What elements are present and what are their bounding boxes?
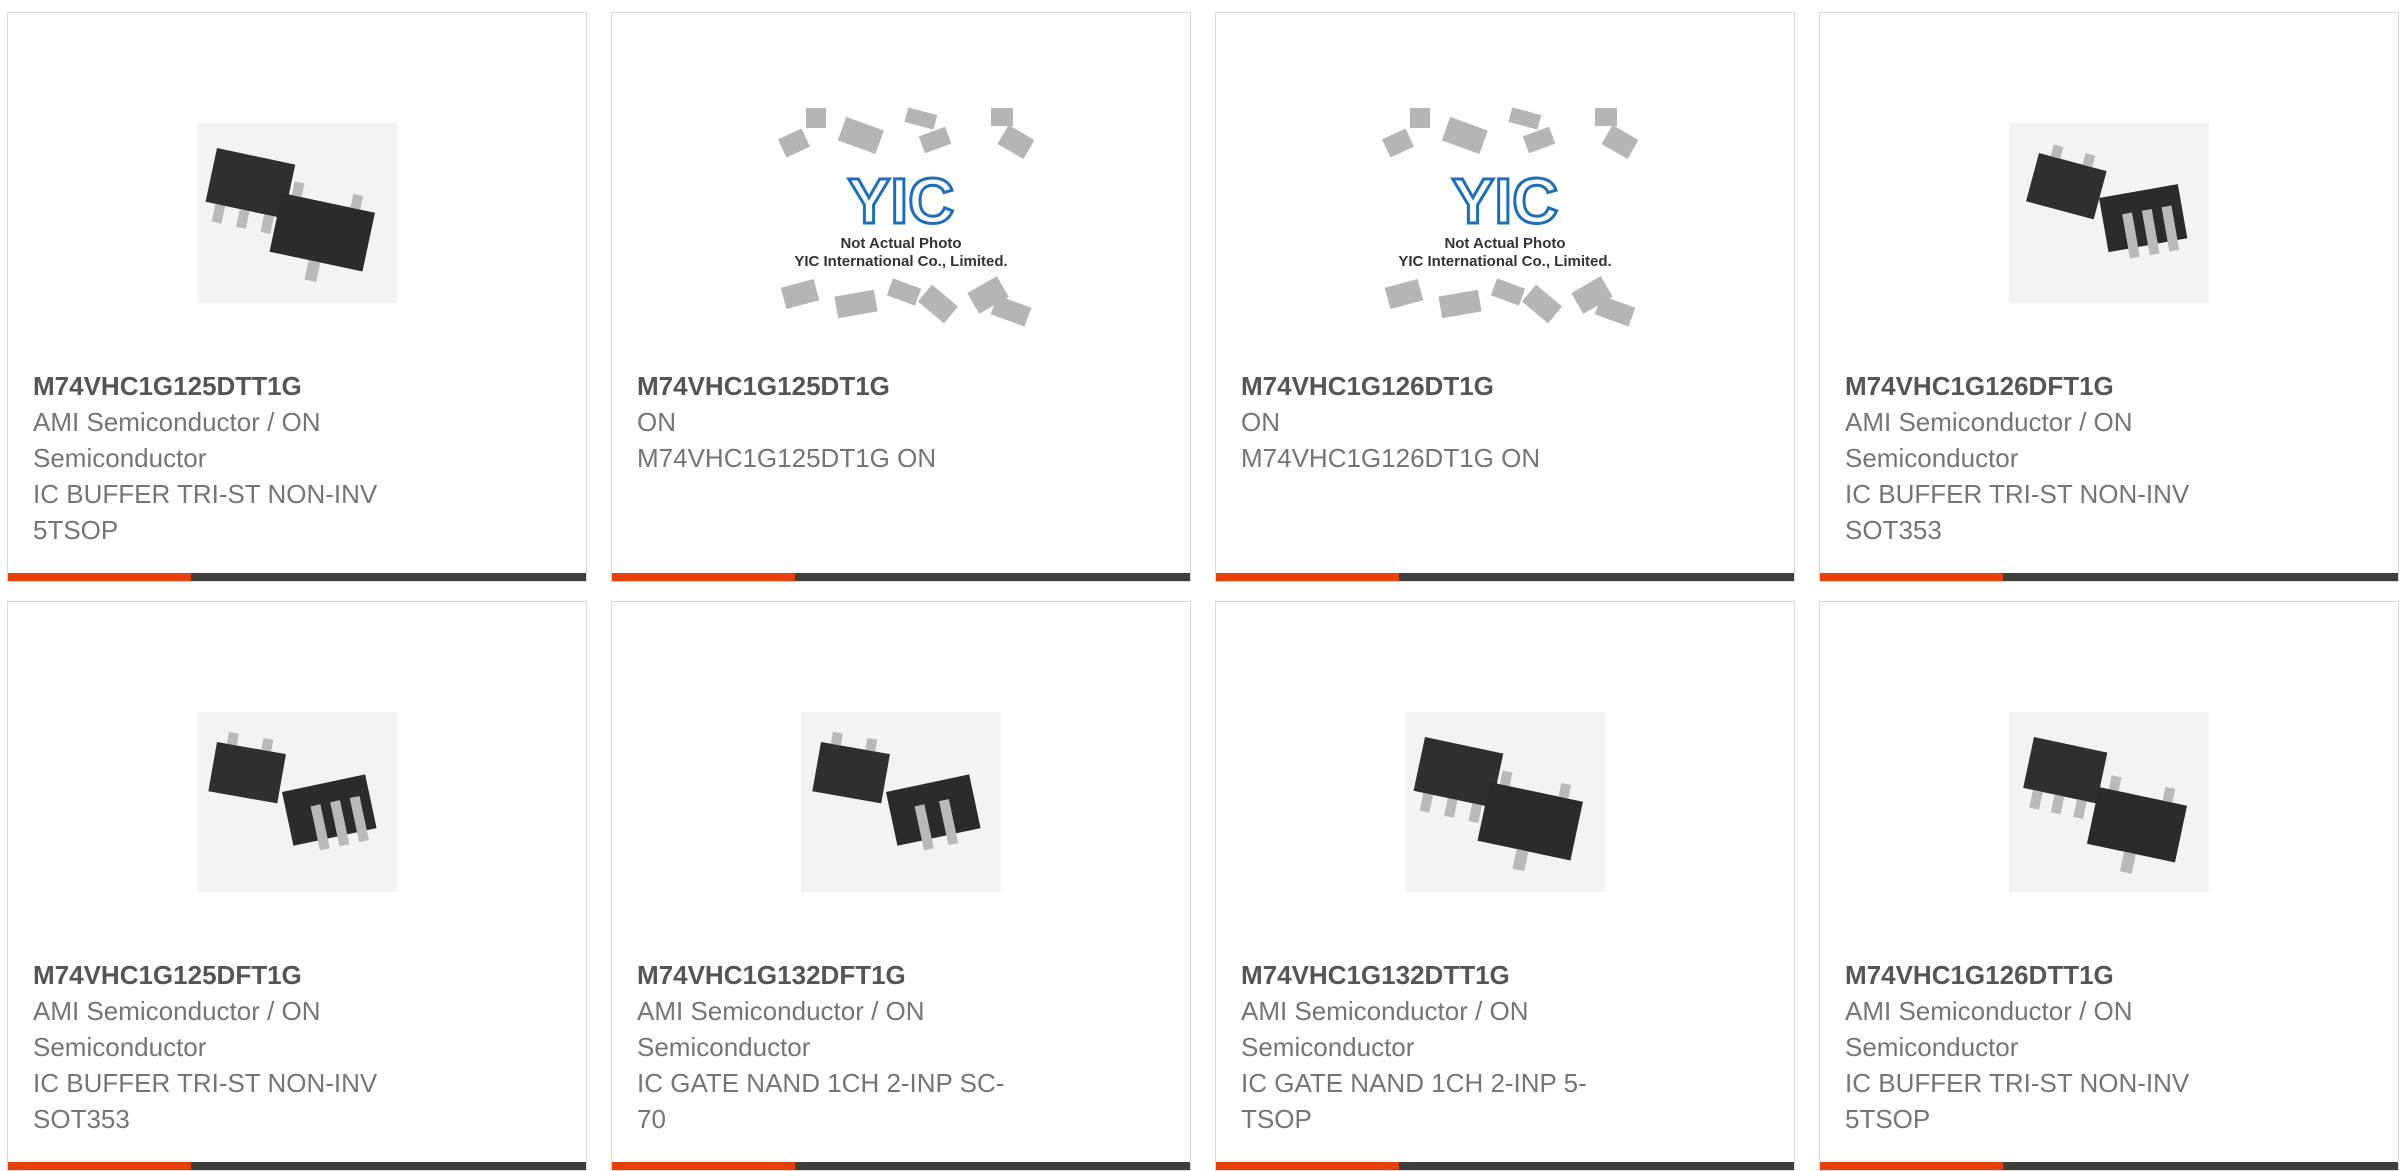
card-bottom-bar bbox=[1820, 573, 2398, 581]
chip-photo-icon bbox=[2009, 123, 2209, 303]
product-card[interactable]: M74VHC1G126DTT1G AMI Semiconductor / ON … bbox=[1819, 601, 2399, 1171]
accent-bar bbox=[1216, 1162, 1399, 1170]
product-image[interactable]: YIC Not Actual Photo YIC International C… bbox=[1216, 63, 1794, 363]
part-number[interactable]: M74VHC1G126DTT1G bbox=[1845, 957, 2238, 993]
description: IC BUFFER TRI-ST NON-INV bbox=[33, 1068, 378, 1098]
not-actual-photo-icon: YIC Not Actual Photo YIC International C… bbox=[777, 107, 1035, 327]
part-number[interactable]: M74VHC1G126DFT1G bbox=[1845, 368, 2238, 404]
manufacturer-cont: Semiconductor bbox=[1241, 1032, 1415, 1062]
part-number[interactable]: M74VHC1G125DT1G bbox=[637, 368, 1030, 404]
placeholder-line2: YIC International Co., Limited. bbox=[794, 253, 1007, 270]
part-number[interactable]: M74VHC1G125DFT1G bbox=[33, 957, 426, 993]
manufacturer: AMI Semiconductor / ON bbox=[1845, 996, 2133, 1026]
manufacturer-cont: M74VHC1G126DT1G ON bbox=[1241, 443, 1541, 473]
manufacturer: AMI Semiconductor / ON bbox=[1241, 996, 1529, 1026]
description: IC BUFFER TRI-ST NON-INV bbox=[1845, 1068, 2190, 1098]
card-bottom-bar bbox=[1820, 1162, 2398, 1170]
manufacturer: ON bbox=[637, 407, 676, 437]
product-card[interactable]: YIC Not Actual Photo YIC International C… bbox=[611, 12, 1191, 582]
accent-bar bbox=[612, 1162, 795, 1170]
accent-bar bbox=[612, 573, 795, 581]
accent-bar bbox=[1216, 573, 1399, 581]
product-grid: M74VHC1G125DTT1G AMI Semiconductor / ON … bbox=[0, 0, 2400, 1171]
product-image[interactable] bbox=[1820, 652, 2398, 952]
description-cont: TSOP bbox=[1241, 1104, 1312, 1134]
description: IC BUFFER TRI-ST NON-INV bbox=[1845, 479, 2190, 509]
manufacturer-cont: Semiconductor bbox=[33, 443, 207, 473]
placeholder-line1: Not Actual Photo bbox=[840, 235, 961, 252]
product-card[interactable]: M74VHC1G125DFT1G AMI Semiconductor / ON … bbox=[7, 601, 587, 1171]
product-card[interactable]: M74VHC1G125DTT1G AMI Semiconductor / ON … bbox=[7, 12, 587, 582]
manufacturer-cont: Semiconductor bbox=[637, 1032, 811, 1062]
manufacturer-cont: Semiconductor bbox=[1845, 1032, 2019, 1062]
manufacturer: AMI Semiconductor / ON bbox=[1845, 407, 2133, 437]
part-number[interactable]: M74VHC1G126DT1G bbox=[1241, 368, 1634, 404]
manufacturer: AMI Semiconductor / ON bbox=[33, 407, 321, 437]
product-image[interactable] bbox=[8, 652, 586, 952]
part-number[interactable]: M74VHC1G132DFT1G bbox=[637, 957, 1030, 993]
card-bottom-bar bbox=[612, 573, 1190, 581]
product-image[interactable] bbox=[1216, 652, 1794, 952]
description-cont: 5TSOP bbox=[1845, 1104, 1931, 1134]
description-cont: 70 bbox=[637, 1104, 666, 1134]
description-cont: SOT353 bbox=[1845, 515, 1942, 545]
chip-photo-icon bbox=[197, 123, 397, 303]
card-bottom-bar bbox=[1216, 1162, 1794, 1170]
product-card[interactable]: M74VHC1G132DFT1G AMI Semiconductor / ON … bbox=[611, 601, 1191, 1171]
chip-photo-icon bbox=[1405, 712, 1605, 892]
part-number[interactable]: M74VHC1G125DTT1G bbox=[33, 368, 426, 404]
description: IC GATE NAND 1CH 2-INP SC- bbox=[637, 1068, 1005, 1098]
product-image[interactable] bbox=[8, 63, 586, 363]
accent-bar bbox=[8, 1162, 191, 1170]
accent-bar bbox=[1820, 573, 2003, 581]
manufacturer-cont: Semiconductor bbox=[33, 1032, 207, 1062]
part-number[interactable]: M74VHC1G132DTT1G bbox=[1241, 957, 1634, 993]
svg-text:YIC: YIC bbox=[848, 165, 955, 237]
product-card[interactable]: M74VHC1G132DTT1G AMI Semiconductor / ON … bbox=[1215, 601, 1795, 1171]
product-card[interactable]: M74VHC1G126DFT1G AMI Semiconductor / ON … bbox=[1819, 12, 2399, 582]
description: IC GATE NAND 1CH 2-INP 5- bbox=[1241, 1068, 1587, 1098]
chip-photo-icon bbox=[2009, 712, 2209, 892]
description: IC BUFFER TRI-ST NON-INV bbox=[33, 479, 378, 509]
product-image[interactable]: YIC Not Actual Photo YIC International C… bbox=[612, 63, 1190, 363]
placeholder-line2: YIC International Co., Limited. bbox=[1398, 253, 1611, 270]
accent-bar bbox=[8, 573, 191, 581]
manufacturer: ON bbox=[1241, 407, 1280, 437]
card-bottom-bar bbox=[1216, 573, 1794, 581]
description-cont: 5TSOP bbox=[33, 515, 119, 545]
manufacturer-cont: Semiconductor bbox=[1845, 443, 2019, 473]
product-image[interactable] bbox=[612, 652, 1190, 952]
not-actual-photo-icon: YIC Not Actual Photo YIC International C… bbox=[1381, 107, 1639, 327]
card-bottom-bar bbox=[612, 1162, 1190, 1170]
placeholder-line1: Not Actual Photo bbox=[1444, 235, 1565, 252]
manufacturer: AMI Semiconductor / ON bbox=[33, 996, 321, 1026]
svg-text:YIC: YIC bbox=[1452, 165, 1559, 237]
product-card[interactable]: YIC Not Actual Photo YIC International C… bbox=[1215, 12, 1795, 582]
card-bottom-bar bbox=[8, 573, 586, 581]
accent-bar bbox=[1820, 1162, 2003, 1170]
manufacturer: AMI Semiconductor / ON bbox=[637, 996, 925, 1026]
chip-photo-icon bbox=[197, 712, 397, 892]
manufacturer-cont: M74VHC1G125DT1G ON bbox=[637, 443, 937, 473]
card-bottom-bar bbox=[8, 1162, 586, 1170]
chip-photo-icon bbox=[801, 712, 1001, 892]
product-image[interactable] bbox=[1820, 63, 2398, 363]
description-cont: SOT353 bbox=[33, 1104, 130, 1134]
